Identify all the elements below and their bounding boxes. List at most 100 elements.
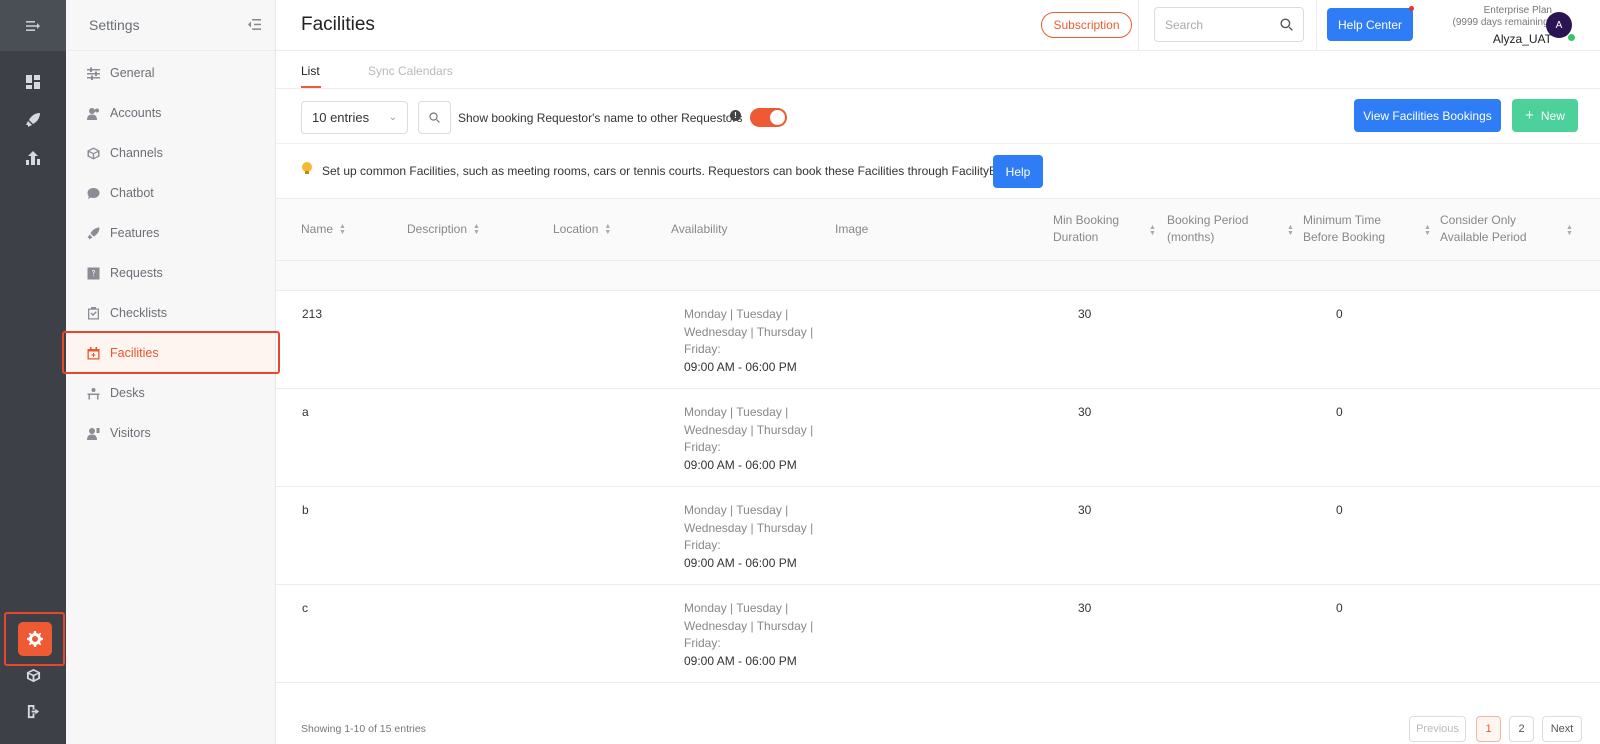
divider — [1138, 0, 1139, 51]
column-header-image: Image — [835, 222, 869, 236]
previous-page-button[interactable]: Previous — [1409, 716, 1466, 742]
column-header-consider-only[interactable]: Consider Only Available Period — [1440, 212, 1527, 246]
table-row[interactable]: c Monday | Tuesday | Wednesday | Thursda… — [276, 585, 1600, 683]
table-footer: Showing 1-10 of 15 entries Previous 1 2 … — [276, 702, 1600, 744]
sidebar-item-channels[interactable]: Channels — [66, 133, 275, 173]
entries-select[interactable]: 10 entries ⌄ — [301, 101, 408, 134]
sidebar-item-chatbot[interactable]: Chatbot — [66, 173, 275, 213]
collapse-sidebar-button[interactable] — [248, 17, 261, 33]
table-row[interactable]: b Monday | Tuesday | Wednesday | Thursda… — [276, 487, 1600, 585]
rail-modules[interactable] — [0, 660, 66, 690]
desk-icon — [87, 387, 100, 400]
cell-min-time: 0 — [1336, 503, 1343, 517]
column-header-min-booking[interactable]: Min Booking Duration — [1053, 212, 1119, 246]
column-header-location[interactable]: Location ▲ ▼ — [553, 221, 611, 238]
avail-time: 09:00 AM - 06:00 PM — [684, 653, 797, 668]
collapse-icon — [248, 19, 261, 30]
column-header-description[interactable]: Description ▲ ▼ — [407, 221, 480, 238]
menu-toggle[interactable] — [0, 0, 66, 51]
sort-icon[interactable]: ▲ ▼ — [1149, 224, 1156, 237]
sidebar-item-visitors[interactable]: Visitors — [66, 413, 275, 453]
column-header-minimum-time[interactable]: Minimum Time Before Booking — [1303, 212, 1385, 246]
header-label-line2: (months) — [1167, 230, 1215, 244]
sort-icon[interactable]: ▲ ▼ — [1287, 224, 1294, 237]
settings-sidebar: Settings General Accounts Channels Chatb… — [66, 0, 276, 744]
sidebar-item-desks[interactable]: Desks — [66, 373, 275, 413]
settings-button[interactable] — [17, 622, 52, 656]
sidebar-item-label: Checklists — [110, 306, 167, 320]
table-row[interactable]: 213 Monday | Tuesday | Wednesday | Thurs… — [276, 291, 1600, 389]
column-header-booking-period[interactable]: Booking Period (months) — [1167, 212, 1248, 246]
cell-availability: Monday | Tuesday | Wednesday | Thursday … — [684, 404, 824, 474]
view-facilities-bookings-button[interactable]: View Facilities Bookings — [1354, 99, 1501, 132]
info-icon[interactable]: ! — [730, 110, 741, 121]
avail-days-line: Wednesday | Thursday | — [684, 324, 814, 339]
sort-icon[interactable]: ▲ ▼ — [1424, 224, 1431, 237]
header-label: Location — [553, 222, 599, 236]
next-page-button[interactable]: Next — [1542, 716, 1582, 742]
search-input[interactable] — [1165, 17, 1275, 32]
cell-min-duration: 30 — [1078, 307, 1092, 321]
avail-time: 09:00 AM - 06:00 PM — [684, 555, 797, 570]
notification-dot — [1409, 6, 1414, 11]
tab-list[interactable]: List — [301, 64, 320, 78]
new-button-label: New — [1540, 108, 1565, 123]
chat-icon — [87, 187, 100, 200]
rail-analytics[interactable] — [0, 139, 66, 177]
top-bar: Facilities Subscription Help Center Ente… — [276, 0, 1600, 51]
plus-icon: + — [1525, 107, 1534, 124]
sidebar-item-label: Visitors — [110, 426, 151, 440]
sidebar-item-features[interactable]: Features — [66, 213, 275, 253]
help-button[interactable]: Help — [993, 155, 1043, 188]
rail-dashboard[interactable] — [0, 63, 66, 101]
rail-launch[interactable] — [0, 101, 66, 139]
table-search-button[interactable] — [418, 101, 451, 134]
sidebar-item-label: Chatbot — [110, 186, 154, 200]
table-row[interactable]: a Monday | Tuesday | Wednesday | Thursda… — [276, 389, 1600, 487]
sidebar-item-label: Facilities — [110, 346, 159, 360]
cell-min-time: 0 — [1336, 405, 1343, 419]
subscription-button[interactable]: Subscription — [1041, 12, 1132, 38]
chevron-down-icon: ⌄ — [388, 112, 397, 123]
info-tip: Set up common Facilities, such as meetin… — [276, 144, 1600, 199]
active-tab-indicator — [301, 86, 321, 88]
page-2-button[interactable]: 2 — [1509, 716, 1534, 742]
sort-icon: ▲ ▼ — [604, 222, 612, 236]
cell-name: c — [302, 601, 308, 615]
box-icon — [26, 668, 40, 682]
page-title: Facilities — [301, 14, 375, 35]
search-field[interactable] — [1154, 7, 1304, 42]
page-1-button[interactable]: 1 — [1476, 716, 1501, 742]
header-label-line1: Min Booking — [1053, 213, 1120, 227]
lightbulb-icon — [302, 162, 312, 176]
cell-availability: Monday | Tuesday | Wednesday | Thursday … — [684, 600, 824, 670]
sort-icon[interactable]: ▲ ▼ — [1566, 224, 1573, 237]
avail-time: 09:00 AM - 06:00 PM — [684, 359, 797, 374]
cell-availability: Monday | Tuesday | Wednesday | Thursday … — [684, 306, 824, 376]
avail-days-line: Wednesday | Thursday | — [684, 422, 814, 437]
column-header-name[interactable]: Name ▲ ▼ — [301, 221, 346, 238]
sidebar-item-checklists[interactable]: Checklists — [66, 293, 275, 333]
avail-time: 09:00 AM - 06:00 PM — [684, 457, 797, 472]
rail-settings[interactable] — [4, 612, 65, 666]
app-rail — [0, 0, 66, 744]
sidebar-item-requests[interactable]: Requests — [66, 253, 275, 293]
avail-days-line: Monday | Tuesday | — [684, 601, 789, 615]
sidebar-item-general[interactable]: General — [66, 53, 275, 93]
help-center-button[interactable]: Help Center — [1327, 8, 1413, 41]
new-facility-button[interactable]: + New — [1512, 99, 1578, 132]
tab-sync-calendars[interactable]: Sync Calendars — [368, 64, 453, 78]
main-content: Facilities Subscription Help Center Ente… — [276, 0, 1600, 744]
header-label-line2: Duration — [1053, 230, 1099, 244]
gear-icon — [26, 631, 43, 647]
cell-name: 213 — [302, 307, 323, 321]
rail-logout[interactable] — [0, 696, 66, 726]
header-label-line1: Consider Only — [1440, 213, 1517, 227]
avail-days-line: Wednesday | Thursday | — [684, 618, 814, 633]
sidebar-item-label: Desks — [110, 386, 145, 400]
show-requestor-toggle[interactable] — [750, 108, 787, 127]
sidebar-item-facilities[interactable]: Facilities — [66, 333, 275, 373]
sidebar-item-accounts[interactable]: Accounts — [66, 93, 275, 133]
toggle-knob — [770, 110, 785, 125]
users-icon — [87, 107, 100, 120]
